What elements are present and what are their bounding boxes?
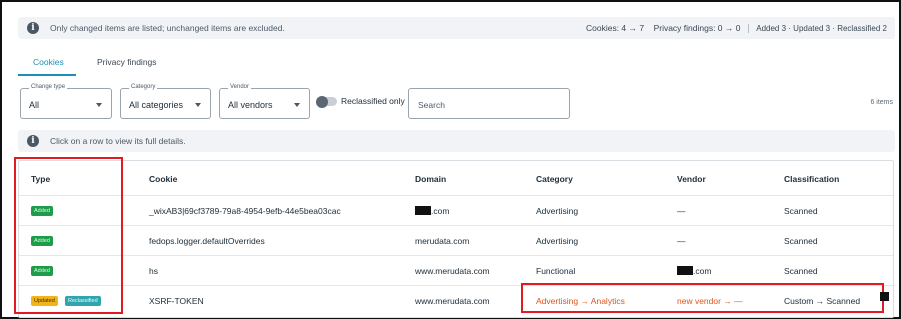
category-value: All categories: [129, 100, 184, 110]
category-cell: Functional: [536, 266, 576, 276]
category-cell: Advertising: [536, 236, 579, 246]
info-banner: i Only changed items are listed; unchang…: [18, 17, 895, 39]
table-row[interactable]: Added fedops.logger.defaultOverrides mer…: [19, 225, 893, 255]
redaction-block: [415, 206, 431, 215]
domain-cell: merudata.com: [415, 236, 470, 246]
column-header-category[interactable]: Category: [536, 174, 573, 184]
redaction-block: [677, 266, 693, 275]
vendor-cell: —: [677, 206, 686, 216]
domain-text: .com: [431, 206, 450, 216]
vendor-cell: —: [677, 236, 686, 246]
annotation-box-type-column: [14, 157, 123, 314]
domain-cell: www.merudata.com: [415, 296, 490, 306]
info-icon: i: [27, 22, 39, 34]
column-header-vendor[interactable]: Vendor: [677, 174, 706, 184]
cookie-name: fedops.logger.defaultOverrides: [149, 236, 265, 246]
vendor-text: .com: [693, 266, 712, 276]
domain-cell: .com: [415, 206, 449, 216]
annotation-box-changed-values: [521, 283, 884, 313]
column-header-cookie[interactable]: Cookie: [149, 174, 177, 184]
vendor-select[interactable]: Vendor All vendors: [219, 84, 310, 119]
summary-divider: [747, 24, 749, 34]
reclassified-only-toggle[interactable]: [316, 95, 337, 108]
vendor-value: All vendors: [228, 100, 273, 110]
tab-privacy-findings[interactable]: Privacy findings: [97, 57, 157, 67]
privacy-summary: Privacy findings: 0 → 0: [653, 23, 741, 33]
tab-cookies[interactable]: Cookies: [33, 57, 64, 67]
classification-cell: Scanned: [784, 206, 818, 216]
domain-cell: www.merudata.com: [415, 266, 490, 276]
active-tab-indicator: [18, 74, 76, 76]
classification-cell: Scanned: [784, 236, 818, 246]
info-banner-text: Only changed items are listed; unchanged…: [50, 23, 285, 33]
search-placeholder: Search: [418, 100, 445, 110]
overflow-marker: [880, 292, 889, 301]
info-icon: i: [27, 135, 39, 147]
column-header-domain[interactable]: Domain: [415, 174, 446, 184]
column-header-classification[interactable]: Classification: [784, 174, 839, 184]
change-type-label: Change type: [29, 84, 68, 90]
cookie-name: XSRF-TOKEN: [149, 296, 204, 306]
chevron-down-icon: [294, 103, 300, 107]
category-select[interactable]: Category All categories: [120, 84, 211, 119]
table-row[interactable]: Added hs www.merudata.com Functional .co…: [19, 255, 893, 285]
change-type-select[interactable]: Change type All: [20, 84, 112, 119]
items-count: 6 items: [870, 99, 893, 106]
category-label: Category: [129, 84, 158, 90]
classification-cell: Scanned: [784, 266, 818, 276]
vendor-label: Vendor: [228, 84, 252, 90]
cookies-summary: Cookies: 4 → 7: [585, 23, 645, 33]
hint-banner: i Click on a row to view its full detail…: [18, 130, 895, 152]
category-cell: Advertising: [536, 206, 579, 216]
search-input[interactable]: Search: [408, 88, 570, 119]
change-type-value: All: [29, 100, 40, 110]
hint-text: Click on a row to view its full details.: [50, 136, 186, 146]
chevron-down-icon: [96, 103, 102, 107]
change-counts: Added 3 · Updated 3 · Reclassified 2: [756, 24, 887, 33]
vendor-cell: .com: [677, 266, 711, 276]
chevron-down-icon: [195, 103, 201, 107]
cookie-name: hs: [149, 266, 158, 276]
cookie-name: _wixAB3|69cf3789-79a8-4954-9efb-44e5bea0…: [149, 206, 341, 216]
table-row[interactable]: Added _wixAB3|69cf3789-79a8-4954-9efb-44…: [19, 195, 893, 225]
change-summary: Cookies: 4 → 7 Privacy findings: 0 → 0 A…: [585, 23, 887, 34]
reclassified-only-label: Reclassified only: [341, 96, 405, 106]
toggle-knob: [316, 95, 328, 108]
